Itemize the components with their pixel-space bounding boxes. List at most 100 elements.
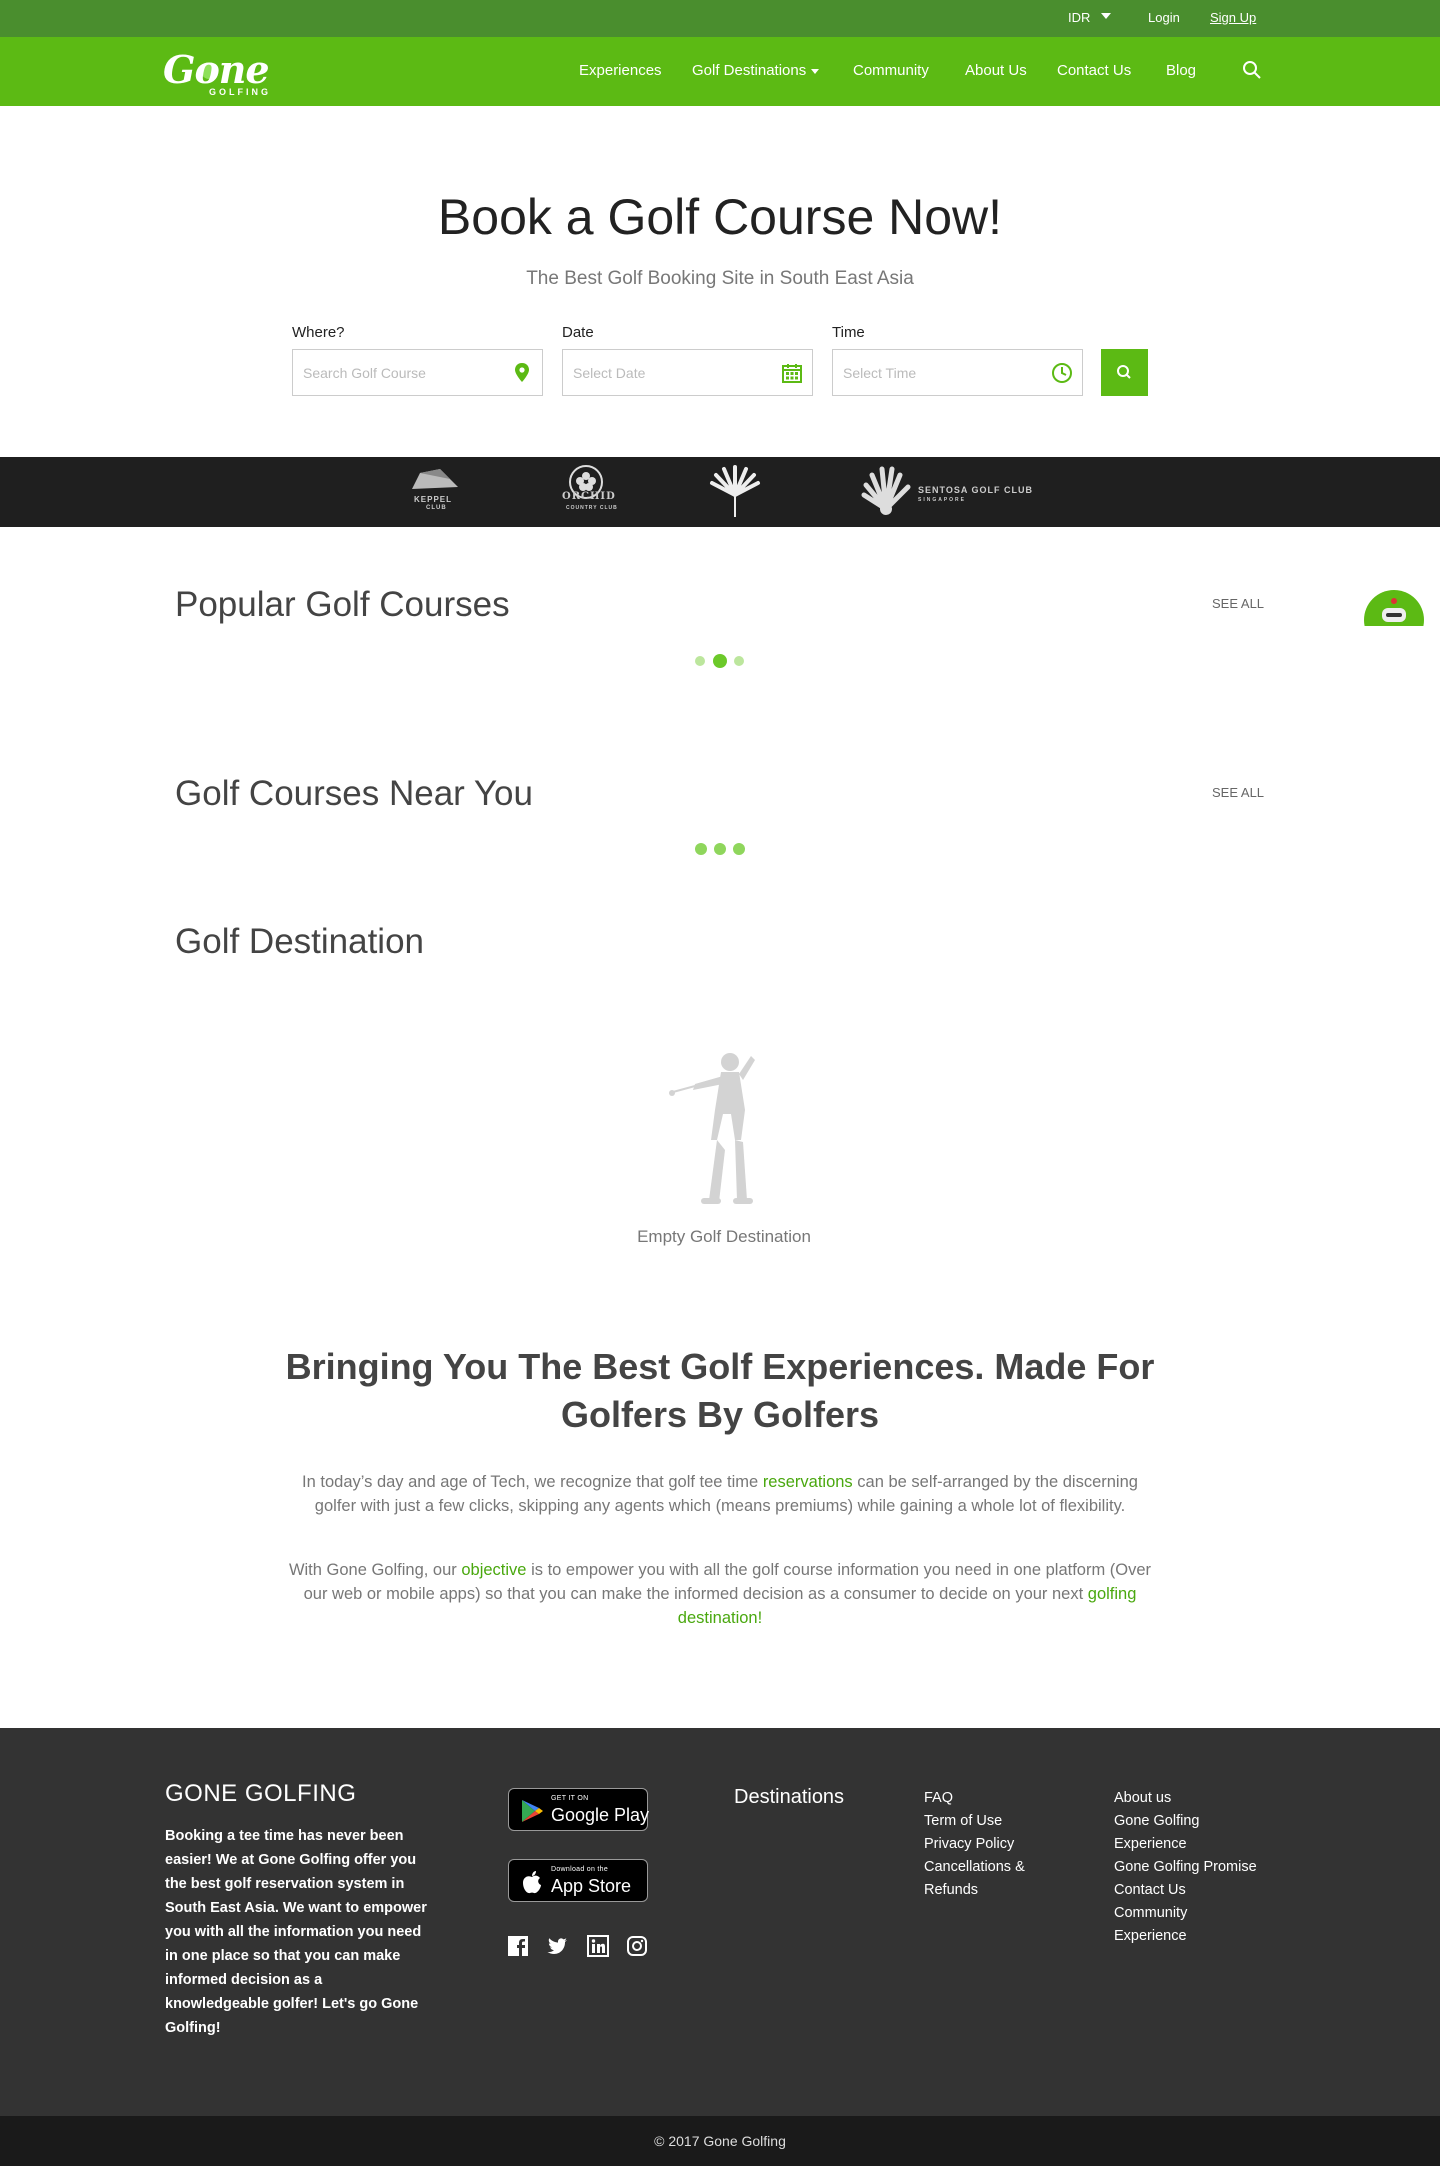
loading-dot xyxy=(695,656,705,666)
footer-link-experience[interactable]: Experience xyxy=(1114,1836,1187,1852)
chevron-down-icon xyxy=(811,68,820,74)
nav-about-us[interactable]: About Us xyxy=(965,62,1027,79)
google-play-big: Google Play xyxy=(551,1805,650,1825)
clock-icon xyxy=(1052,363,1072,383)
about-heading: Bringing You The Best Golf Experiences. … xyxy=(285,1346,1155,1435)
logo-word: Gone xyxy=(163,47,270,92)
select-date-input[interactable]: Select Date xyxy=(562,349,813,396)
keppel-club-logo[interactable]: KEPPEL CLUB xyxy=(410,465,460,519)
loading-dot xyxy=(733,843,745,855)
instagram-icon[interactable] xyxy=(626,1935,648,1957)
nav-experiences[interactable]: Experiences xyxy=(579,62,662,79)
footer-link-community-experience[interactable]: Experience xyxy=(1114,1928,1187,1944)
app-store-button[interactable]: Download on the App Store xyxy=(508,1859,648,1902)
footer-link-community[interactable]: Community xyxy=(1114,1905,1187,1921)
google-play-icon xyxy=(522,1800,543,1822)
footer: GONE GOLFING Booking a tee time has neve… xyxy=(0,1728,1440,2116)
where-placeholder: Search Golf Course xyxy=(303,365,426,381)
select-time-input[interactable]: Select Time xyxy=(832,349,1083,396)
objective-link[interactable]: objective xyxy=(461,1561,526,1579)
traveller-palm-icon xyxy=(710,465,760,517)
nearby-courses-title: Golf Courses Near You xyxy=(175,774,533,813)
loading-dot xyxy=(713,654,727,668)
footer-link-about[interactable]: About us xyxy=(1114,1790,1171,1806)
sentosa-peacock-emblem xyxy=(861,466,911,515)
nav-contact-us[interactable]: Contact Us xyxy=(1057,62,1131,79)
linkedin-icon[interactable] xyxy=(587,1935,609,1957)
twitter-icon[interactable] xyxy=(546,1935,568,1957)
golfer-icon xyxy=(669,1053,755,1204)
chevron-down-icon[interactable] xyxy=(1101,13,1111,19)
loading-dot xyxy=(714,843,726,855)
robot-icon xyxy=(1382,598,1406,622)
chat-bot-button[interactable] xyxy=(1364,590,1424,626)
popular-see-all-link[interactable]: SEE ALL xyxy=(1212,596,1264,611)
copyright-text: © 2017 Gone Golfing xyxy=(654,2133,786,2149)
footer-link-faq[interactable]: FAQ xyxy=(924,1790,953,1806)
empty-destination-text: Empty Golf Destination xyxy=(637,1227,811,1246)
keppel-sub-text: CLUB xyxy=(426,505,447,511)
app-store-small: Download on the xyxy=(551,1866,609,1873)
footer-link-privacy[interactable]: Privacy Policy xyxy=(924,1836,1014,1852)
search-button[interactable] xyxy=(1101,349,1148,396)
hero-title: Book a Golf Course Now! xyxy=(437,189,1003,245)
sentosa-sub-text: SINGAPORE xyxy=(918,497,967,503)
time-label: Time xyxy=(832,324,865,341)
nav-golf-destinations[interactable]: Golf Destinations xyxy=(692,62,820,79)
reservations-link[interactable]: reservations xyxy=(763,1473,853,1491)
about-p2-text: With Gone Golfing, our xyxy=(288,1561,462,1579)
about-paragraph-2: With Gone Golfing, our objective is to e… xyxy=(285,1558,1155,1630)
palm-leaf-logo[interactable] xyxy=(708,465,762,519)
calendar-icon xyxy=(782,364,802,383)
facebook-icon[interactable] xyxy=(507,1935,529,1957)
logo-sub: GOLFING xyxy=(209,87,271,97)
google-play-button[interactable]: GET IT ON Google Play xyxy=(508,1788,650,1831)
orchid-country-club-logo[interactable]: ORCHID COUNTRY CLUB xyxy=(560,465,617,519)
date-placeholder: Select Date xyxy=(573,365,646,381)
google-play-small: GET IT ON xyxy=(551,1795,589,1802)
search-icon xyxy=(1117,365,1131,379)
signup-link[interactable]: Sign Up xyxy=(1210,10,1256,25)
golf-destination-title: Golf Destination xyxy=(175,922,425,961)
footer-link-refunds[interactable]: Refunds xyxy=(924,1882,978,1898)
orchid-text: ORCHID xyxy=(562,491,616,502)
keppel-text: KEPPEL xyxy=(414,495,453,504)
footer-link-contact[interactable]: Contact Us xyxy=(1114,1882,1186,1898)
footer-link-promise[interactable]: Gone Golfing Promise xyxy=(1114,1859,1257,1875)
popular-courses-title: Popular Golf Courses xyxy=(175,585,510,624)
footer-link-cancellations[interactable]: Cancellations & xyxy=(924,1859,1025,1875)
about-paragraph-1: In today’s day and age of Tech, we recog… xyxy=(285,1470,1155,1518)
footer-destinations-heading[interactable]: Destinations xyxy=(734,1786,844,1809)
location-pin-icon xyxy=(515,363,529,382)
loading-dot xyxy=(734,656,744,666)
partner-logos-strip: KEPPEL CLUB ORCHID COUNTRY CLUB SENTOSA … xyxy=(0,457,1440,527)
where-label: Where? xyxy=(292,324,345,341)
app-store-big: App Store xyxy=(551,1876,632,1896)
hero-subtitle: The Best Golf Booking Site in South East… xyxy=(526,268,914,289)
keppel-club-emblem xyxy=(412,469,458,489)
main-navbar: Gone GOLFING Experiences Golf Destinatio… xyxy=(0,37,1440,106)
currency-select[interactable]: IDR xyxy=(1068,10,1090,25)
nav-blog[interactable]: Blog xyxy=(1166,62,1196,79)
footer-brand: GONE GOLFING xyxy=(165,1780,357,1807)
nav-golf-destinations-label: Golf Destinations xyxy=(692,62,807,79)
gone-golfing-logo[interactable]: Gone GOLFING xyxy=(163,47,273,97)
sentosa-text: SENTOSA GOLF CLUB xyxy=(918,485,1034,495)
nearby-see-all-link[interactable]: SEE ALL xyxy=(1212,785,1264,800)
top-bar: IDR Login Sign Up xyxy=(0,0,1440,37)
loading-dot xyxy=(695,843,707,855)
orchid-sub-text: COUNTRY CLUB xyxy=(566,505,618,511)
copyright-bar: © 2017 Gone Golfing xyxy=(0,2116,1440,2166)
footer-link-terms[interactable]: Term of Use xyxy=(924,1813,1002,1829)
sentosa-golf-club-logo[interactable]: SENTOSA GOLF CLUB SINGAPORE xyxy=(860,465,1040,519)
search-icon[interactable] xyxy=(1241,59,1263,81)
nav-community[interactable]: Community xyxy=(853,62,929,79)
search-golf-course-input[interactable]: Search Golf Course xyxy=(292,349,543,396)
time-placeholder: Select Time xyxy=(843,365,917,381)
footer-description: Booking a tee time has never been easier… xyxy=(165,1828,427,2036)
date-label: Date xyxy=(562,324,594,341)
footer-link-gone-golfing[interactable]: Gone Golfing xyxy=(1114,1813,1199,1829)
chat-bot-icon xyxy=(1364,590,1424,626)
login-link[interactable]: Login xyxy=(1148,10,1180,25)
apple-icon xyxy=(523,1871,541,1894)
